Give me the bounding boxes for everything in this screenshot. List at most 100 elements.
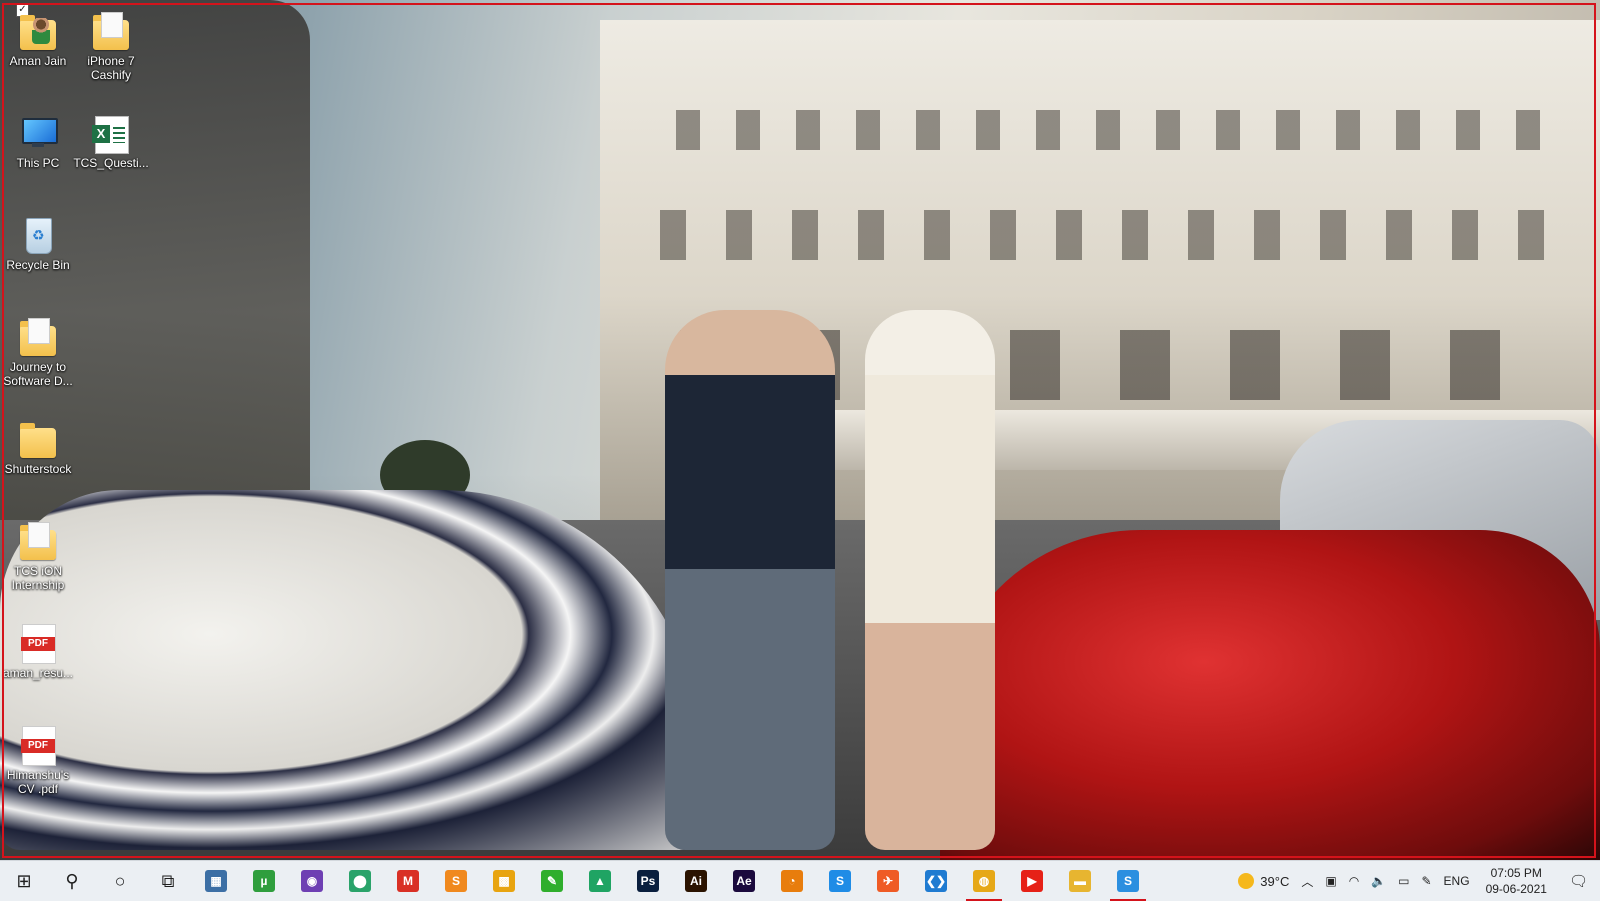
clock[interactable]: 07:05 PM 09-06-2021 [1476, 865, 1557, 897]
sun-icon [1238, 873, 1255, 889]
wallpaper-white-car [0, 490, 700, 850]
illustrator-icon: Ai [685, 870, 707, 892]
task-view-icon: ⧉ [161, 870, 175, 891]
desktop-icon-label: TCS iON Internship [11, 564, 65, 592]
desktop-icon-shutterstock[interactable]: Shutterstock [0, 418, 76, 476]
battery-icon[interactable]: ▭ [1392, 861, 1415, 901]
desktop-icon-iphone7-cashify[interactable]: iPhone 7 Cashify [73, 10, 149, 82]
desktop-icon-label: Aman Jain [9, 54, 67, 68]
desktop-icon-this-pc[interactable]: This PC [0, 112, 76, 170]
after-effects[interactable]: Ae [720, 861, 768, 901]
desktop-icon-recycle-bin[interactable]: Recycle Bin [0, 214, 76, 272]
sublime-text-icon: S [445, 870, 467, 892]
desktop-icon-label: This PC [16, 156, 60, 170]
desktop-icon-label: TCS_Questi... [73, 156, 149, 170]
wallpaper-man [665, 310, 835, 850]
desktop-icon-label: Himanshu's CV .pdf [6, 768, 70, 796]
youtube-icon: ▶ [1021, 870, 1043, 892]
desktop-icon-label: Shutterstock [4, 462, 72, 476]
pen-icon[interactable]: ✎ [1415, 861, 1437, 901]
folder-icon [18, 418, 58, 460]
weather-temperature: 39°C [1260, 873, 1290, 889]
maps-pin-icon: ⬤ [349, 870, 371, 892]
chrome[interactable]: ◍ [960, 861, 1008, 901]
desktop-icon-label: aman_resu... [2, 666, 74, 680]
blender-icon: ◔ [781, 870, 803, 892]
github-desktop[interactable]: ◉ [288, 861, 336, 901]
volume-icon[interactable]: 🔈 [1365, 861, 1392, 901]
desktop-icon-aman-resume[interactable]: PDF aman_resu... [0, 622, 76, 680]
skype-like[interactable]: S [816, 861, 864, 901]
security-icon[interactable]: ▣ [1319, 861, 1342, 901]
wallpaper-woman [865, 310, 995, 850]
this-pc-icon [18, 112, 58, 154]
file-explorer[interactable]: ▬ [1056, 861, 1104, 901]
blue-app[interactable]: S [1104, 861, 1152, 901]
clock-date: 09-06-2021 [1485, 882, 1547, 896]
chevron-up-icon[interactable]: ︿ [1295, 861, 1319, 901]
recycle-bin-icon [18, 214, 58, 256]
taskbar-app-list: ⊞ ⚲ ○ ⧉ ▦ µ ◉ ⬤ M S ▩ ✎ ▲ Ps Ai Ae ◔ S ✈ ❮❯ ◍ ▶ ▬ S [0, 861, 1152, 901]
folder-icon [91, 10, 131, 52]
chrome-icon: ◍ [973, 870, 995, 892]
desktop-icon-himanshu-cv[interactable]: PDF Himanshu's CV .pdf [0, 724, 76, 796]
wallpaper-red-car [940, 530, 1600, 860]
microsoft-store[interactable]: ▩ [480, 861, 528, 901]
clock-time: 07:05 PM [1490, 866, 1542, 880]
blender[interactable]: ◔ [768, 861, 816, 901]
calculator-icon: ▦ [205, 870, 227, 892]
desktop-icon-label: Journey to Software D... [3, 360, 73, 388]
desktop-icon-label: Recycle Bin [6, 258, 70, 272]
start-button[interactable]: ⊞ [0, 861, 48, 901]
folder-icon [18, 316, 58, 358]
vs-code[interactable]: ❮❯ [912, 861, 960, 901]
notifications-icon[interactable]: 🗨 [1557, 861, 1600, 901]
utorrent-icon: µ [253, 870, 275, 892]
evernote-like[interactable]: ✎ [528, 861, 576, 901]
photoshop-icon: Ps [637, 870, 659, 892]
desktop[interactable]: ✓ Aman Jain iPhone 7 Cashify This PC X T… [0, 0, 1600, 860]
desktop-icon-label: iPhone 7 Cashify [87, 54, 135, 82]
cortana-button[interactable]: ○ [96, 861, 144, 901]
desktop-icon-journey-to-software[interactable]: Journey to Software D... [0, 316, 76, 388]
sublime-text[interactable]: S [432, 861, 480, 901]
search-button[interactable]: ⚲ [48, 861, 96, 901]
postman-icon: ✈ [877, 870, 899, 892]
user-folder-icon: ✓ [16, 4, 58, 52]
vscode-icon: ❮❯ [925, 870, 947, 892]
excel-file-icon: X [91, 112, 131, 154]
google-drive[interactable]: ▲ [576, 861, 624, 901]
google-drive-icon: ▲ [589, 870, 611, 892]
illustrator[interactable]: Ai [672, 861, 720, 901]
language-indicator[interactable]: ENG [1438, 861, 1476, 901]
desktop-icon-aman-jain[interactable]: ✓ Aman Jain [0, 4, 76, 68]
utorrent[interactable]: µ [240, 861, 288, 901]
windows-logo-icon: ⊞ [16, 870, 32, 891]
taskbar: ⊞ ⚲ ○ ⧉ ▦ µ ◉ ⬤ M S ▩ ✎ ▲ Ps Ai Ae ◔ S ✈ ❮❯ ◍ ▶ ▬ S 39°C ︿ ▣ ◠ … [0, 860, 1600, 901]
after-effects-icon: Ae [733, 870, 755, 892]
folder-icon: ▬ [1069, 870, 1091, 892]
youtube[interactable]: ▶ [1008, 861, 1056, 901]
calculator[interactable]: ▦ [192, 861, 240, 901]
gmail-icon: M [397, 870, 419, 892]
desktop-icon-tcs-questions[interactable]: X TCS_Questi... [73, 112, 149, 170]
wallpaper-windows [620, 210, 1560, 260]
wifi-icon[interactable]: ◠ [1343, 861, 1365, 901]
blue-s-icon: S [829, 870, 851, 892]
search-icon: ⚲ [65, 870, 79, 891]
folder-icon [18, 520, 58, 562]
postman[interactable]: ✈ [864, 861, 912, 901]
store-icon: ▩ [493, 870, 515, 892]
task-view-button[interactable]: ⧉ [144, 861, 192, 901]
wallpaper-windows [640, 110, 1560, 150]
green-note-icon: ✎ [541, 870, 563, 892]
maps[interactable]: ⬤ [336, 861, 384, 901]
gmail[interactable]: M [384, 861, 432, 901]
blue-s-icon: S [1117, 870, 1139, 892]
photoshop[interactable]: Ps [624, 861, 672, 901]
cortana-circle-icon: ○ [114, 870, 126, 891]
system-tray: 39°C ︿ ▣ ◠ 🔈 ▭ ✎ ENG 07:05 PM 09-06-2021… [1232, 861, 1600, 901]
pdf-file-icon: PDF [18, 622, 58, 664]
desktop-icon-tcs-ion-internship[interactable]: TCS iON Internship [0, 520, 76, 592]
weather-widget[interactable]: 39°C [1232, 861, 1295, 901]
